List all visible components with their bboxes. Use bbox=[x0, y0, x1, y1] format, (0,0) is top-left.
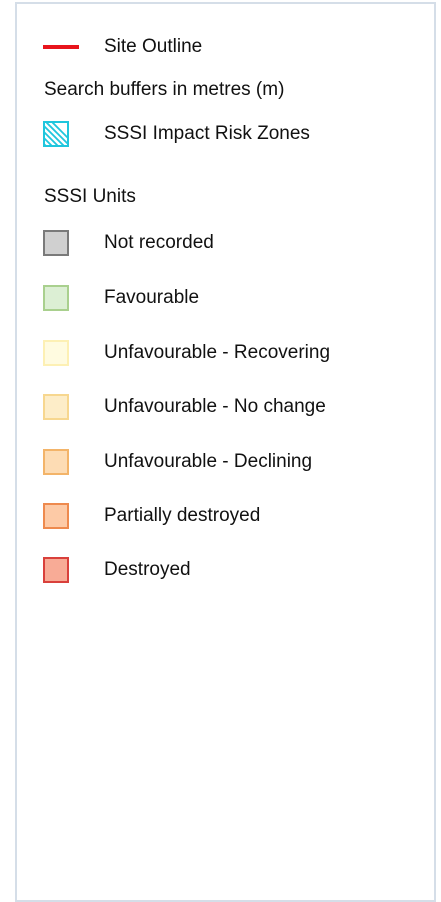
search-buffers-label: Search buffers in metres (m) bbox=[44, 79, 285, 100]
unit-swatch bbox=[43, 394, 69, 420]
site-outline-line-swatch bbox=[43, 45, 79, 49]
unit-label: Partially destroyed bbox=[104, 505, 261, 526]
legend-unit-row: Destroyed bbox=[17, 555, 434, 585]
legend-sssi-units-heading: SSSI Units bbox=[17, 182, 434, 212]
unit-swatch bbox=[43, 557, 69, 583]
unit-swatch bbox=[43, 503, 69, 529]
sssi-units-heading: SSSI Units bbox=[44, 186, 136, 207]
unit-label: Unfavourable - Recovering bbox=[104, 342, 331, 363]
legend-site-outline: Site Outline bbox=[17, 32, 434, 62]
impact-risk-zones-label: SSSI Impact Risk Zones bbox=[104, 123, 310, 144]
unit-label: Destroyed bbox=[104, 559, 191, 580]
legend-unit-row: Not recorded bbox=[17, 228, 434, 258]
unit-label: Unfavourable - Declining bbox=[104, 451, 313, 472]
hatch-swatch-icon bbox=[43, 121, 69, 147]
map-legend-panel: Site Outline Search buffers in metres (m… bbox=[15, 2, 436, 902]
unit-swatch bbox=[43, 230, 69, 256]
unit-swatch bbox=[43, 285, 69, 311]
unit-swatch bbox=[43, 449, 69, 475]
unit-swatch bbox=[43, 340, 69, 366]
site-outline-label: Site Outline bbox=[104, 36, 203, 57]
legend-unit-row: Unfavourable - Declining bbox=[17, 447, 434, 477]
legend-impact-risk-zones: SSSI Impact Risk Zones bbox=[17, 119, 434, 149]
unit-label: Unfavourable - No change bbox=[104, 396, 326, 417]
legend-unit-row: Unfavourable - No change bbox=[17, 392, 434, 422]
legend-search-buffers: Search buffers in metres (m) bbox=[17, 75, 434, 105]
legend-unit-row: Favourable bbox=[17, 283, 434, 313]
unit-label: Not recorded bbox=[104, 232, 214, 253]
legend-unit-row: Partially destroyed bbox=[17, 501, 434, 531]
legend-unit-row: Unfavourable - Recovering bbox=[17, 338, 434, 368]
unit-label: Favourable bbox=[104, 287, 200, 308]
